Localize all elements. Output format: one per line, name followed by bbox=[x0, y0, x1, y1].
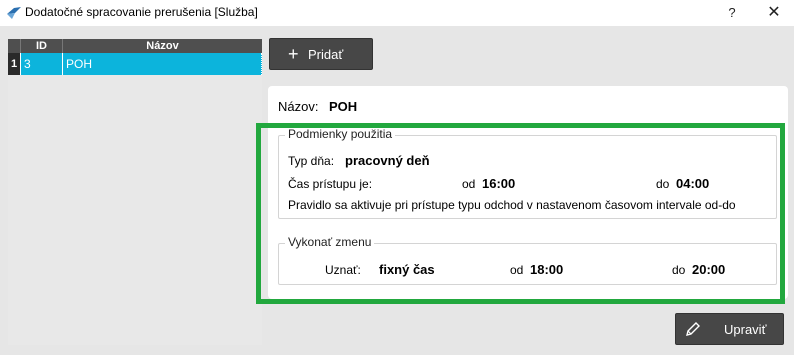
edit-button-label: Upraviť bbox=[724, 322, 767, 337]
edit-button[interactable]: Upraviť bbox=[675, 313, 784, 345]
row-name-cell[interactable]: POH bbox=[62, 53, 262, 75]
plus-icon: + bbox=[288, 44, 299, 64]
name-label: Názov: bbox=[278, 99, 319, 114]
pencil-icon bbox=[686, 322, 700, 336]
column-header-id[interactable]: ID bbox=[20, 39, 62, 53]
app-icon bbox=[7, 7, 21, 19]
grid-header-corner bbox=[8, 39, 20, 53]
highlight-frame bbox=[256, 123, 785, 304]
close-button[interactable]: ✕ bbox=[754, 0, 794, 26]
add-button[interactable]: + Pridať bbox=[269, 38, 373, 70]
grid-header: ID Názov bbox=[8, 39, 262, 53]
table-row[interactable]: 1 3 POH bbox=[8, 53, 262, 75]
records-grid: ID Názov 1 3 POH bbox=[8, 39, 262, 345]
title-bar: Dodatočné spracovanie prerušenia [Služba… bbox=[0, 0, 794, 26]
help-button[interactable]: ? bbox=[712, 0, 752, 26]
window-title: Dodatočné spracovanie prerušenia [Služba… bbox=[25, 5, 258, 19]
row-id-cell[interactable]: 3 bbox=[20, 53, 62, 75]
name-value: POH bbox=[329, 99, 358, 114]
add-button-label: Pridať bbox=[308, 47, 344, 62]
row-number: 1 bbox=[8, 53, 20, 75]
column-header-name[interactable]: Názov bbox=[62, 39, 262, 53]
